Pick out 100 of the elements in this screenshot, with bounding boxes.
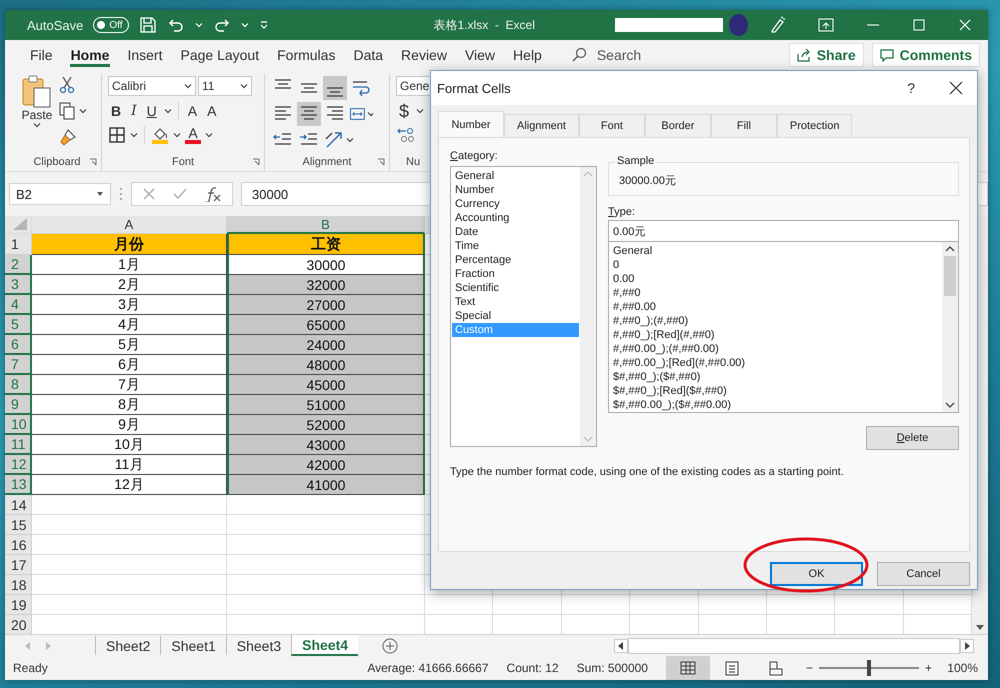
ribbon-tab[interactable]: Data — [344, 40, 392, 70]
category-item[interactable]: Scientific — [452, 281, 579, 295]
ribbon-tab[interactable]: View — [456, 40, 504, 70]
row-header[interactable]: 20 — [5, 615, 32, 635]
row-header[interactable]: 14 — [5, 495, 32, 515]
ribbon-tab[interactable]: Insert — [118, 40, 172, 70]
comments-button[interactable]: Comments — [872, 43, 980, 67]
delete-button[interactable]: Delete — [866, 426, 959, 450]
format-item[interactable]: $#,##0_);($#,##0) — [613, 370, 938, 384]
customize-icon[interactable] — [258, 20, 269, 30]
scroll-right-icon[interactable] — [960, 638, 974, 652]
column-header[interactable]: A — [32, 216, 227, 234]
format-item[interactable]: 0 — [613, 258, 938, 272]
zoom-in-button[interactable]: + — [924, 661, 932, 675]
normal-view-button[interactable] — [666, 656, 710, 680]
font-size-dropdown[interactable]: 11 — [198, 76, 252, 96]
scroll-left-icon[interactable] — [614, 638, 628, 652]
caret-icon[interactable] — [416, 108, 424, 114]
caret-icon[interactable] — [164, 108, 172, 114]
scrollbar-thumb[interactable] — [944, 256, 956, 296]
row-header[interactable]: 9 — [5, 395, 32, 415]
borders-icon[interactable] — [108, 126, 126, 144]
shrink-font-button[interactable]: A — [204, 102, 220, 120]
caret-icon[interactable] — [184, 83, 192, 89]
scroll-down-icon[interactable] — [975, 624, 985, 632]
category-item[interactable]: Currency — [452, 197, 579, 211]
row-header[interactable]: 2 — [5, 255, 32, 275]
ribbon-tab[interactable]: Review — [392, 40, 456, 70]
format-item[interactable]: #,##0.00_);(#,##0.00) — [613, 342, 938, 356]
row-header[interactable]: 16 — [5, 535, 32, 555]
row-header[interactable]: 3 — [5, 275, 32, 295]
category-item[interactable]: General — [452, 169, 579, 183]
row-header[interactable]: 10 — [5, 415, 32, 435]
maximize-icon[interactable] — [912, 18, 926, 32]
category-item[interactable]: Special — [452, 309, 579, 323]
category-item[interactable]: Time — [452, 239, 579, 253]
ribbon-tab[interactable]: Help — [504, 40, 551, 70]
italic-button[interactable]: I — [128, 102, 140, 120]
column-header[interactable]: B — [227, 216, 425, 234]
caret-icon[interactable] — [33, 122, 41, 128]
cancel-button[interactable]: Cancel — [877, 562, 970, 586]
copy-icon[interactable] — [59, 102, 75, 120]
close-icon[interactable] — [949, 81, 963, 95]
dialog-launcher-icon[interactable] — [89, 158, 97, 166]
ribbon-tab[interactable]: Page Layout — [171, 40, 268, 70]
align-center-icon[interactable] — [297, 102, 321, 126]
search-field[interactable]: Search — [566, 47, 646, 63]
add-sheet-icon[interactable] — [382, 638, 398, 654]
underline-button[interactable]: U — [144, 102, 160, 120]
sheet-tab[interactable]: Sheet1 — [160, 636, 226, 655]
align-bottom-icon[interactable] — [323, 76, 347, 100]
grow-font-button[interactable]: A — [184, 102, 200, 120]
format-item[interactable]: $#,##0.00_);($#,##0.00) — [613, 398, 938, 412]
bold-button[interactable]: B — [108, 102, 124, 120]
name-box[interactable]: B2 — [9, 183, 111, 205]
scroll-up-icon[interactable] — [945, 246, 955, 252]
ok-button[interactable]: OK — [770, 562, 863, 586]
format-item[interactable]: #,##0.00_);[Red](#,##0.00) — [613, 356, 938, 370]
dialog-tab[interactable]: Protection — [776, 114, 852, 137]
sheet-tab[interactable]: Sheet2 — [95, 636, 160, 655]
row-header[interactable]: 8 — [5, 375, 32, 395]
caret-icon[interactable] — [173, 132, 181, 138]
share-button[interactable]: Share — [788, 43, 864, 67]
sheet-tab[interactable]: Sheet4 — [291, 635, 358, 656]
category-item[interactable]: Percentage — [452, 253, 579, 267]
caret-icon[interactable] — [240, 83, 248, 89]
ribbon-tab[interactable]: Home — [62, 40, 118, 70]
format-item[interactable]: 0.00 — [613, 272, 938, 286]
zoom-out-button[interactable]: − — [806, 661, 813, 675]
row-header[interactable]: 12 — [5, 455, 32, 475]
row-header[interactable]: 15 — [5, 515, 32, 535]
row-header[interactable]: 7 — [5, 355, 32, 375]
dialog-tab[interactable]: Number — [438, 111, 504, 137]
font-color-button[interactable]: A — [185, 126, 201, 140]
dialog-tab[interactable]: Border — [644, 114, 711, 137]
format-item[interactable]: General — [613, 244, 938, 258]
format-item[interactable]: #,##0 — [613, 286, 938, 300]
row-header[interactable]: 17 — [5, 555, 32, 575]
save-icon[interactable] — [138, 16, 157, 34]
increase-decimal-icon[interactable] — [396, 126, 416, 144]
category-item[interactable]: Text — [452, 295, 579, 309]
category-item[interactable]: Fraction — [452, 267, 579, 281]
caret-icon[interactable] — [79, 108, 87, 114]
zoom-level[interactable]: 100% — [938, 661, 978, 675]
horizontal-scrollbar[interactable] — [628, 638, 960, 654]
help-button[interactable]: ? — [907, 80, 915, 96]
ribbon-display-icon[interactable] — [818, 18, 834, 32]
format-item[interactable]: #,##0_);[Red](#,##0) — [613, 328, 938, 342]
function-icon[interactable] — [204, 186, 222, 202]
paste-button[interactable]: Paste — [19, 74, 55, 153]
category-item[interactable]: Accounting — [452, 211, 579, 225]
dialog-launcher-icon[interactable] — [377, 158, 385, 166]
cut-icon[interactable] — [59, 76, 75, 94]
format-item[interactable]: #,##0.00 — [613, 300, 938, 314]
category-item[interactable]: Date — [452, 225, 579, 239]
ribbon-tab[interactable]: File — [21, 40, 62, 70]
format-painter-icon[interactable] — [59, 128, 77, 146]
category-list[interactable]: General Number Currency Accounting Date Time Percentage Fraction Scientific Text Special Custom — [450, 166, 597, 447]
zoom-slider-thumb[interactable] — [866, 660, 871, 676]
row-header[interactable]: 18 — [5, 575, 32, 595]
